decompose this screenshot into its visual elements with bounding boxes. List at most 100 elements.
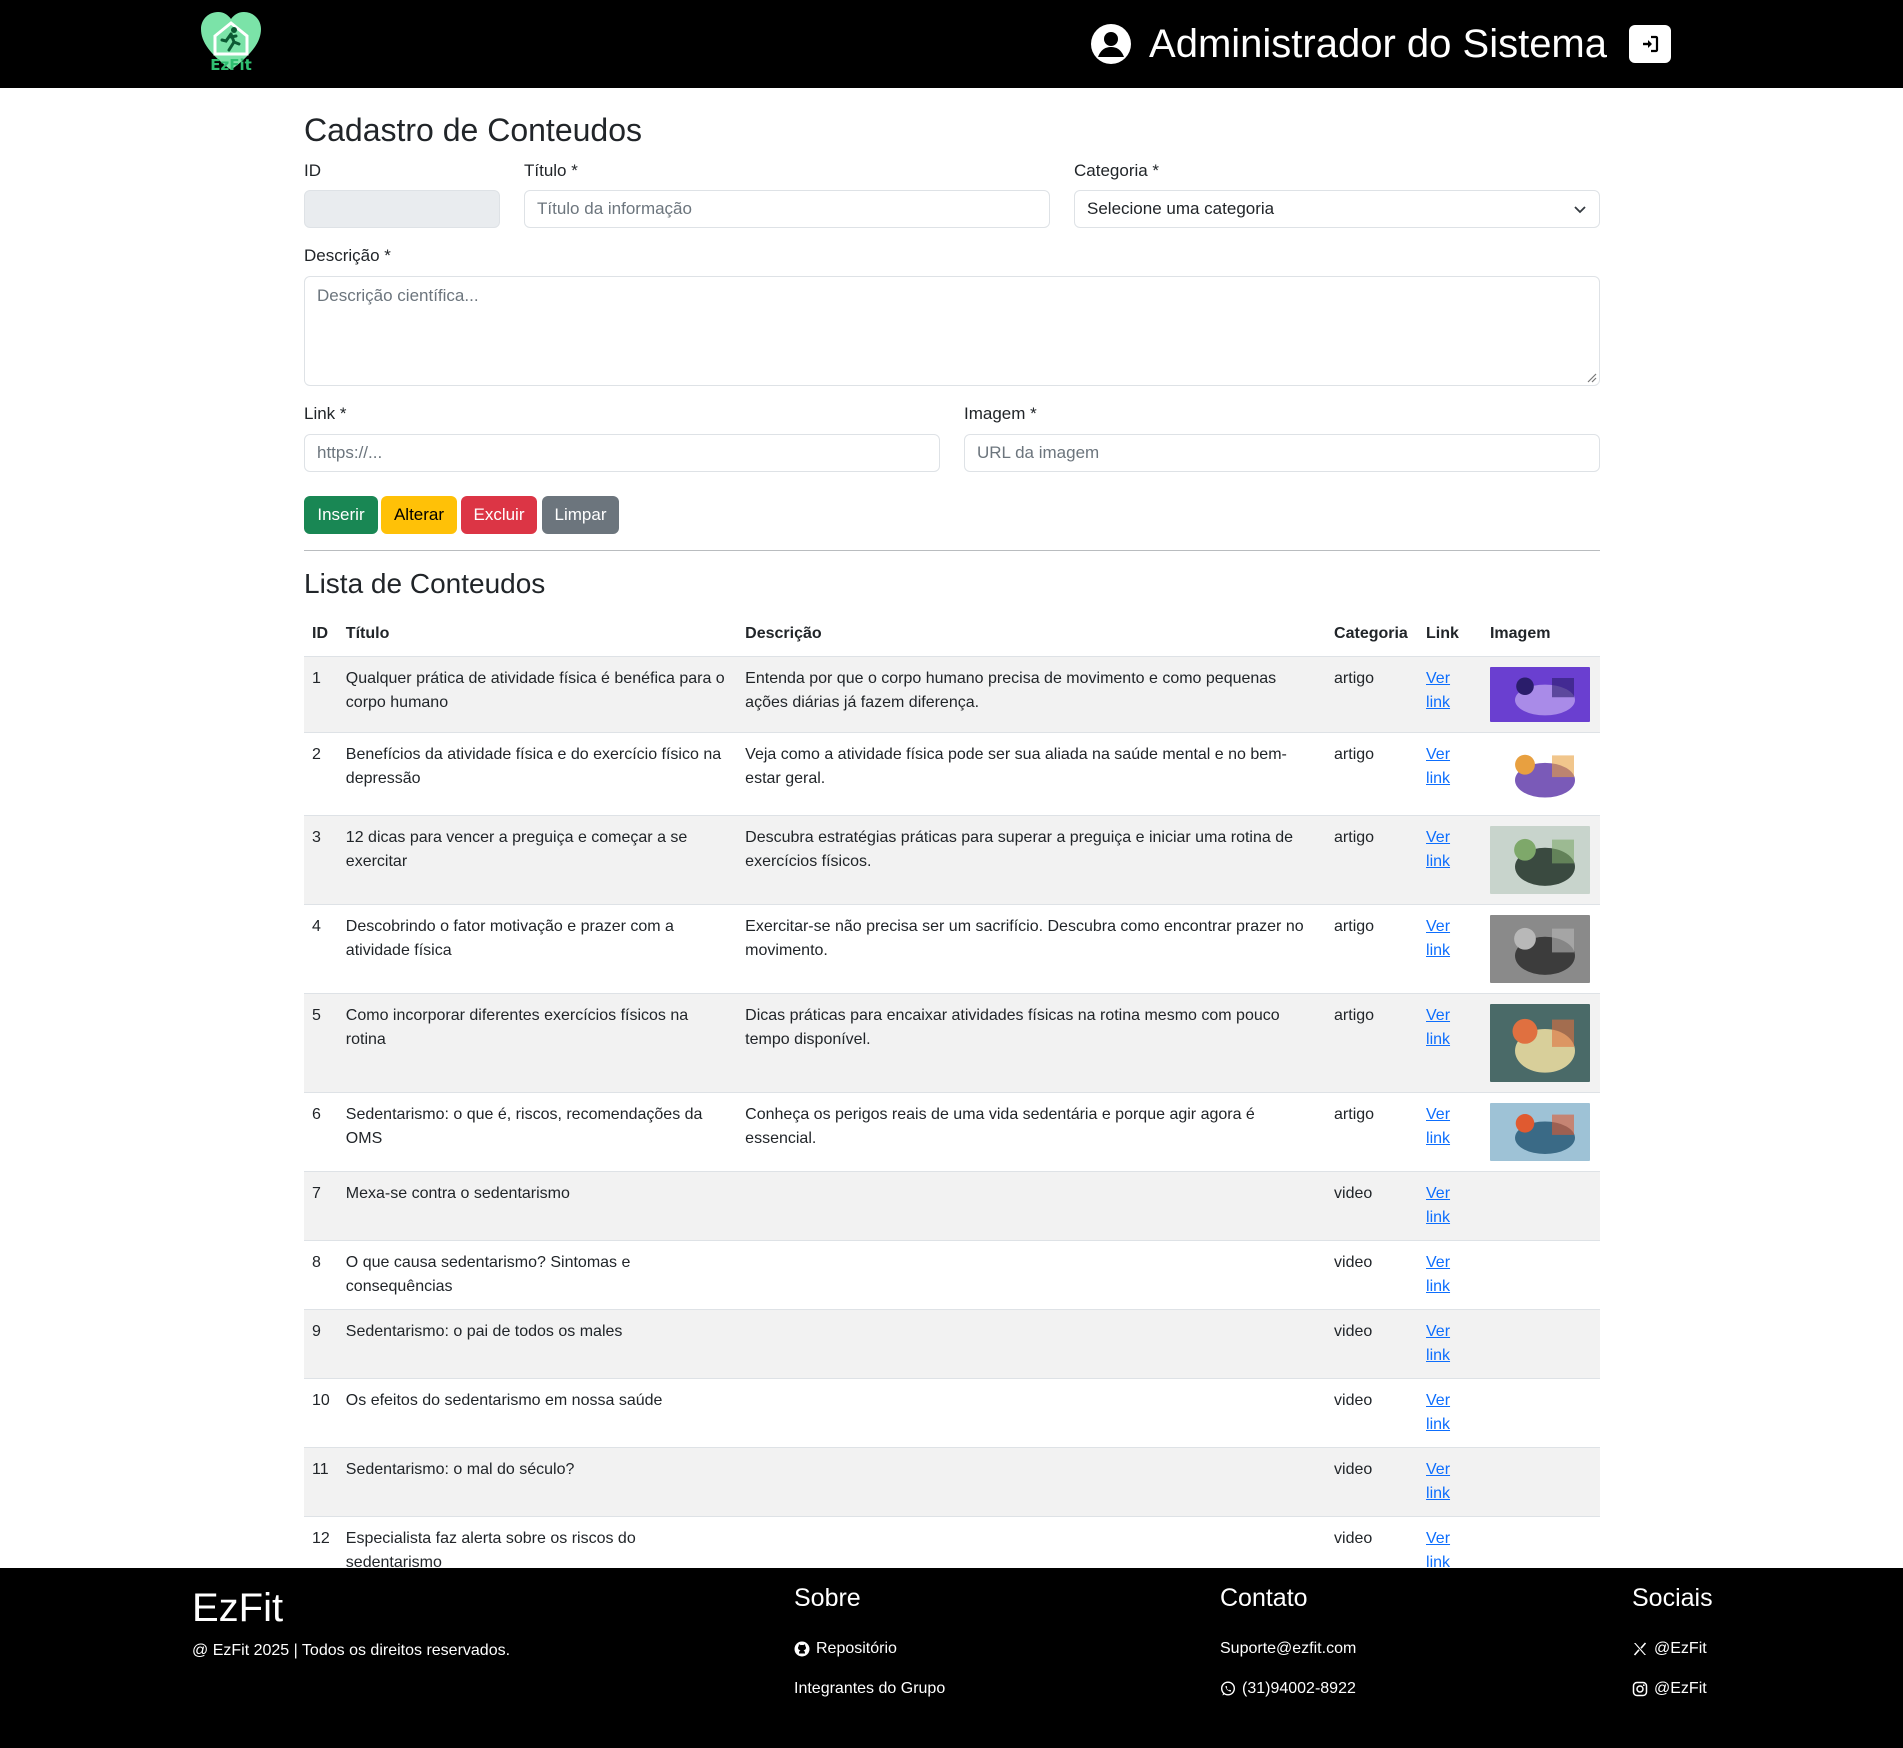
table-row[interactable]: 8O que causa sedentarismo? Sintomas e co…	[304, 1240, 1600, 1310]
table-row[interactable]: 3 12 dicas para vencer a preguiça e começ…	[304, 815, 1600, 905]
cell-link: Ver link	[1418, 1092, 1482, 1172]
cell-descricao: Entenda por que o corpo humano precisa d…	[737, 656, 1327, 733]
logout-button[interactable]	[1629, 25, 1671, 63]
cell-categoria: artigo	[1326, 904, 1419, 994]
cell-imagem	[1481, 815, 1600, 905]
whatsapp-icon	[1220, 1681, 1236, 1696]
x-twitter-icon	[1633, 1642, 1647, 1656]
descricao-textarea[interactable]	[304, 276, 1600, 386]
ver-link[interactable]: Ver link	[1426, 746, 1450, 787]
cell-link: Ver link	[1418, 904, 1482, 994]
titulo-label: Título *	[524, 161, 578, 180]
alterar-button[interactable]: Alterar	[381, 496, 457, 534]
cell-imagem	[1481, 904, 1600, 994]
table-body: 1 Qualquer prática de atividade física é …	[304, 656, 1600, 1586]
cell-titulo: 12 dicas para vencer a preguiça e começa…	[337, 815, 738, 905]
ver-link[interactable]: Ver link	[1426, 1007, 1450, 1048]
cell-categoria: artigo	[1326, 993, 1419, 1093]
user-area: Administrador do Sistema	[1091, 20, 1671, 68]
repository-link[interactable]: Repositório	[794, 1629, 945, 1669]
descricao-label: Descrição *	[304, 246, 391, 265]
table-row[interactable]: 11 Sedentarismo: o mal do século? video Ver…	[304, 1447, 1600, 1517]
github-icon	[794, 1641, 810, 1657]
repository-label: Repositório	[816, 1640, 897, 1657]
limpar-button[interactable]: Limpar	[542, 496, 619, 534]
cell-categoria: artigo	[1326, 656, 1419, 733]
footer-copyright: @ EzFit 2025 | Todos os direitos reserva…	[192, 1642, 511, 1659]
cell-link: Ver link	[1418, 993, 1482, 1093]
table-header-row: ID Título Descrição Categoria Link Imagem	[304, 614, 1600, 657]
ver-link[interactable]: Ver link	[1426, 1185, 1450, 1226]
ver-link[interactable]: Ver link	[1426, 918, 1450, 959]
cell-categoria: video	[1326, 1378, 1419, 1448]
table-row[interactable]: 2 Benefícios da atividade física e do exe…	[304, 732, 1600, 816]
cell-titulo: Mexa-se contra o sedentarismo	[337, 1171, 738, 1241]
contents-table: ID Título Descrição Categoria Link Imagem 1 Qu…	[304, 614, 1600, 1586]
cell-categoria: video	[1326, 1171, 1419, 1241]
x-twitter-link[interactable]: @EzFit	[1632, 1629, 1713, 1669]
cell-id: 8	[304, 1240, 338, 1310]
ver-link[interactable]: Ver link	[1426, 1461, 1450, 1502]
table-row[interactable]: 4 Descobrindo o fator motivação e prazer …	[304, 904, 1600, 994]
support-email-link[interactable]: Suporte@ezfit.com	[1220, 1629, 1356, 1669]
imagem-input[interactable]	[964, 434, 1600, 472]
table-row[interactable]: 10 Os efeitos do sedentarismo em nossa sa…	[304, 1378, 1600, 1448]
ver-link[interactable]: Ver link	[1426, 1392, 1450, 1433]
cell-id: 4	[304, 904, 338, 994]
cell-link: Ver link	[1418, 656, 1482, 733]
cell-descricao: Veja como a atividade física pode ser su…	[737, 732, 1327, 816]
cell-imagem	[1481, 1378, 1600, 1448]
cell-descricao	[737, 1378, 1327, 1448]
x-handle: @EzFit	[1654, 1640, 1707, 1657]
cell-id: 9	[304, 1309, 338, 1379]
cell-id: 5	[304, 993, 338, 1093]
titulo-input[interactable]	[524, 190, 1050, 228]
cell-imagem	[1481, 732, 1600, 816]
ver-link[interactable]: Ver link	[1426, 1106, 1450, 1147]
group-members-link[interactable]: Integrantes do Grupo	[794, 1669, 945, 1709]
content-thumbnail	[1489, 666, 1590, 722]
cell-imagem	[1481, 1092, 1600, 1172]
resize-handle-icon[interactable]	[1585, 371, 1597, 383]
table-row[interactable]: 7 Mexa-se contra o sedentarismo video Ver l…	[304, 1171, 1600, 1241]
cell-titulo: Qualquer prática de atividade física é b…	[337, 656, 738, 733]
cell-categoria: video	[1326, 1240, 1419, 1310]
ver-link[interactable]: Ver link	[1426, 1254, 1450, 1295]
table-row[interactable]: 1 Qualquer prática de atividade física é …	[304, 656, 1600, 733]
categoria-selected-value: Selecione uma categoria	[1087, 199, 1275, 218]
column-header-categoria: Categoria	[1326, 614, 1419, 657]
table-row[interactable]: 6 Sedentarismo: o que é, riscos, recomend…	[304, 1092, 1600, 1172]
cell-categoria: artigo	[1326, 732, 1419, 816]
ver-link[interactable]: Ver link	[1426, 1323, 1450, 1364]
ver-link[interactable]: Ver link	[1426, 829, 1450, 870]
footer-sobre: Sobre Repositório Integrantes do Grupo	[794, 1584, 945, 1709]
cell-titulo: Benefícios da atividade física e do exer…	[337, 732, 738, 816]
footer-contato-title: Contato	[1220, 1584, 1308, 1612]
cell-imagem	[1481, 1309, 1600, 1379]
form-title: Cadastro de Conteudos	[304, 112, 642, 148]
content-thumbnail	[1489, 742, 1590, 805]
table-row[interactable]: 5 Como incorporar diferentes exercícios f…	[304, 993, 1600, 1093]
cell-id: 10	[304, 1378, 338, 1448]
inserir-button[interactable]: Inserir	[304, 496, 378, 534]
chevron-down-icon	[1574, 206, 1586, 214]
cell-descricao: Dicas práticas para encaixar atividades …	[737, 993, 1327, 1093]
ver-link[interactable]: Ver link	[1426, 670, 1450, 711]
categoria-select[interactable]: Selecione uma categoria	[1074, 190, 1600, 228]
table-row[interactable]: 9 Sedentarismo: o pai de todos os males vi…	[304, 1309, 1600, 1379]
support-email: Suporte@ezfit.com	[1220, 1640, 1357, 1657]
cell-titulo: Descobrindo o fator motivação e prazer c…	[337, 904, 738, 994]
content-thumbnail	[1489, 825, 1590, 894]
excluir-button[interactable]: Excluir	[461, 496, 537, 534]
cell-imagem	[1481, 993, 1600, 1093]
whatsapp-link[interactable]: (31)94002-8922	[1220, 1669, 1356, 1709]
ezfit-logo[interactable]: EzFit	[198, 10, 264, 74]
cell-imagem	[1481, 1171, 1600, 1241]
instagram-link[interactable]: @EzFit	[1632, 1669, 1713, 1709]
id-field	[304, 190, 500, 228]
footer-sobre-title: Sobre	[794, 1584, 861, 1612]
user-name: Administrador do Sistema	[1149, 22, 1607, 66]
group-members-label: Integrantes do Grupo	[794, 1680, 946, 1697]
ver-link[interactable]: Ver link	[1426, 1530, 1450, 1571]
link-input[interactable]	[304, 434, 940, 472]
